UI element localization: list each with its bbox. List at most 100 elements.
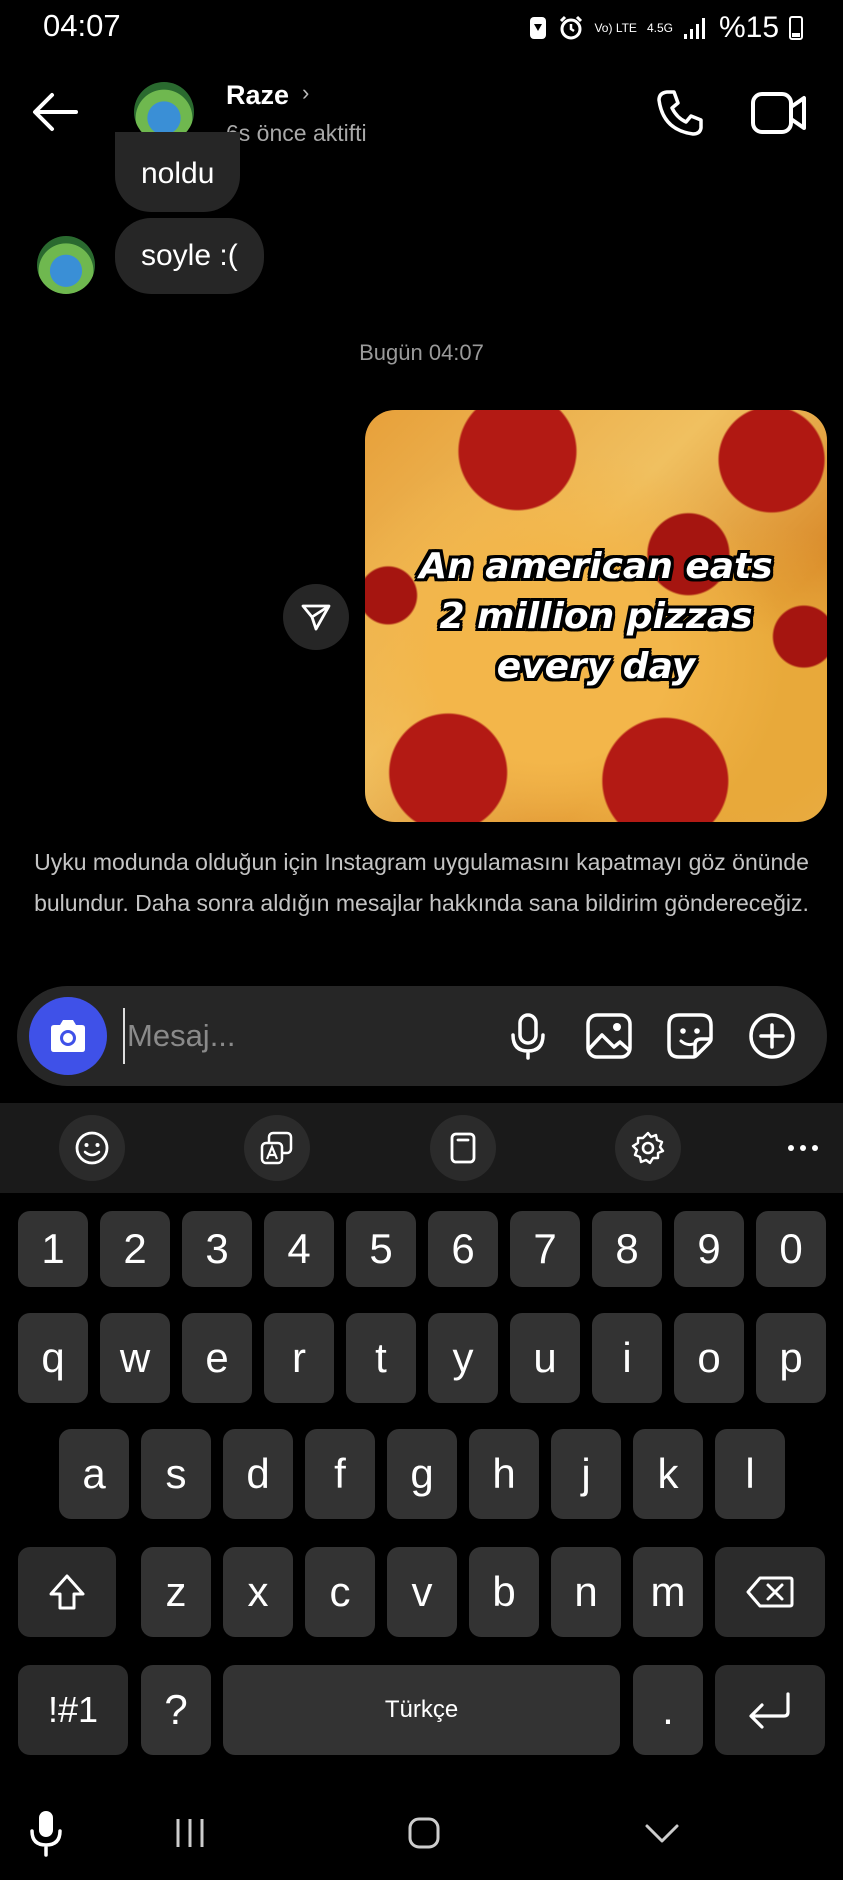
key[interactable]: b (469, 1547, 539, 1637)
clipboard-icon (450, 1132, 476, 1164)
recent-apps-icon (176, 1819, 204, 1847)
key[interactable]: h (469, 1429, 539, 1519)
key[interactable]: k (633, 1429, 703, 1519)
key[interactable]: l (715, 1429, 785, 1519)
backspace-key[interactable] (715, 1547, 825, 1637)
status-bar: 04:07 Vo) LTE 4.5G %15 (0, 0, 843, 56)
key[interactable]: 9 (674, 1211, 744, 1287)
share-button[interactable] (283, 584, 349, 650)
recent-apps-button[interactable] (170, 1808, 210, 1858)
alarm-icon (560, 15, 583, 40)
shift-icon (49, 1574, 85, 1610)
keyboard: 1 2 3 4 5 6 7 8 9 0 q w e r t y u i o p … (0, 1193, 843, 1773)
contact-avatar-small[interactable] (37, 236, 95, 294)
voice-call-button[interactable] (655, 88, 705, 138)
hide-keyboard-button[interactable] (640, 1808, 684, 1858)
key[interactable]: q (18, 1313, 88, 1403)
key[interactable]: v (387, 1547, 457, 1637)
translate-icon (260, 1131, 293, 1165)
contact-status: 6s önce aktifti (226, 120, 367, 146)
key[interactable]: w (100, 1313, 170, 1403)
key[interactable]: n (551, 1547, 621, 1637)
key[interactable]: m (633, 1547, 703, 1637)
key[interactable]: o (674, 1313, 744, 1403)
message-bubble[interactable]: soyle :( (115, 218, 264, 294)
voice-input-button[interactable] (26, 1808, 66, 1858)
message-text: noldu (141, 157, 215, 190)
arrow-left-icon (33, 93, 78, 131)
key[interactable]: 7 (510, 1211, 580, 1287)
chevron-down-icon (645, 1824, 679, 1843)
home-button[interactable] (402, 1808, 446, 1858)
key[interactable]: t (346, 1313, 416, 1403)
symbols-key[interactable]: !#1 (18, 1665, 128, 1755)
key[interactable]: g (387, 1429, 457, 1519)
gallery-button[interactable] (584, 1011, 634, 1061)
period-key[interactable]: . (633, 1665, 703, 1755)
key[interactable]: x (223, 1547, 293, 1637)
send-icon (301, 604, 331, 631)
clipboard-button[interactable] (430, 1115, 496, 1181)
key[interactable]: 3 (182, 1211, 252, 1287)
sticker-icon (667, 1013, 713, 1059)
question-key[interactable]: ? (141, 1665, 211, 1755)
video-call-button[interactable] (750, 90, 808, 136)
meme-line: every day (496, 646, 696, 687)
keyboard-settings-button[interactable] (615, 1115, 681, 1181)
image-message[interactable]: An american eats 2 million pizzas every … (365, 410, 827, 822)
volte-label: Vo) LTE (594, 21, 637, 35)
space-bar[interactable]: Türkçe (223, 1665, 620, 1755)
enter-key[interactable] (715, 1665, 825, 1755)
emoji-button[interactable] (59, 1115, 125, 1181)
more-options-button[interactable] (747, 1011, 797, 1061)
translate-button[interactable] (244, 1115, 310, 1181)
key[interactable]: e (182, 1313, 252, 1403)
enter-icon (749, 1692, 790, 1729)
key[interactable]: i (592, 1313, 662, 1403)
microphone-icon (511, 1013, 545, 1060)
message-text: soyle :( (141, 239, 238, 272)
gear-icon (631, 1131, 665, 1165)
key[interactable]: s (141, 1429, 211, 1519)
more-dots-icon (788, 1145, 818, 1151)
message-input[interactable] (123, 1008, 483, 1064)
shift-key[interactable] (18, 1547, 116, 1637)
contact-name[interactable]: Raze (226, 80, 289, 111)
key[interactable]: u (510, 1313, 580, 1403)
video-camera-icon (751, 92, 806, 134)
meme-caption: An american eats 2 million pizzas every … (365, 542, 827, 692)
key[interactable]: y (428, 1313, 498, 1403)
key[interactable]: 4 (264, 1211, 334, 1287)
key[interactable]: r (264, 1313, 334, 1403)
key[interactable]: 6 (428, 1211, 498, 1287)
key[interactable]: 0 (756, 1211, 826, 1287)
key[interactable]: d (223, 1429, 293, 1519)
key[interactable]: c (305, 1547, 375, 1637)
signal-icon (683, 18, 705, 39)
key[interactable]: z (141, 1547, 211, 1637)
more-button[interactable] (770, 1115, 836, 1181)
plus-circle-icon (749, 1013, 795, 1059)
battery-icon (789, 16, 803, 40)
key[interactable]: 2 (100, 1211, 170, 1287)
key[interactable]: 5 (346, 1211, 416, 1287)
key[interactable]: j (551, 1429, 621, 1519)
network-gen-label: 4.5G (646, 21, 673, 35)
sticker-button[interactable] (665, 1011, 715, 1061)
message-composer (17, 986, 827, 1086)
meme-line: 2 million pizzas (439, 596, 753, 637)
battery-percent: %15 (718, 11, 779, 44)
key[interactable]: f (305, 1429, 375, 1519)
back-button[interactable] (30, 90, 80, 134)
status-time: 04:07 (43, 8, 121, 43)
phone-icon (657, 90, 703, 136)
microphone-icon (30, 1811, 62, 1857)
emoji-icon (75, 1131, 109, 1165)
key[interactable]: a (59, 1429, 129, 1519)
camera-button[interactable] (29, 997, 107, 1075)
key[interactable]: p (756, 1313, 826, 1403)
key[interactable]: 1 (18, 1211, 88, 1287)
microphone-button[interactable] (503, 1011, 553, 1061)
key[interactable]: 8 (592, 1211, 662, 1287)
message-bubble[interactable]: noldu (115, 132, 241, 212)
